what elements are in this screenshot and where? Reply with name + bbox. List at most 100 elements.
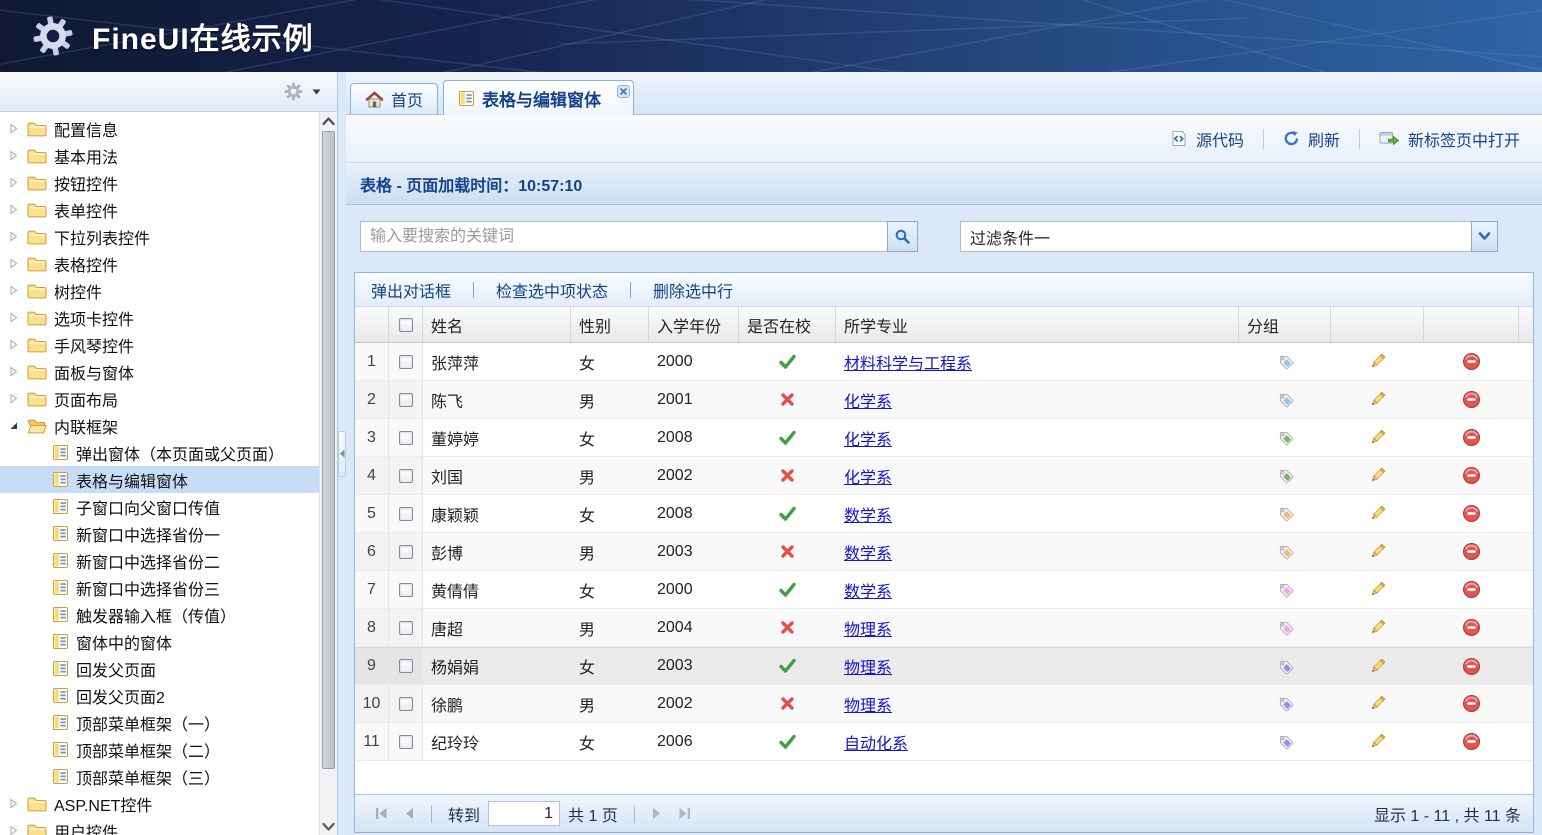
- tree-item[interactable]: 按钮控件: [0, 169, 319, 196]
- tree-item[interactable]: 子窗口向父窗口传值: [0, 493, 319, 520]
- major-link[interactable]: 数学系: [844, 502, 892, 526]
- tag-icon[interactable]: [1276, 352, 1295, 371]
- tree-item[interactable]: 新窗口中选择省份二: [0, 547, 319, 574]
- first-page-button[interactable]: [369, 802, 393, 826]
- tag-icon[interactable]: [1276, 390, 1295, 409]
- last-page-button[interactable]: [673, 802, 697, 826]
- column-header[interactable]: 分组: [1239, 307, 1331, 342]
- major-link[interactable]: 化学系: [844, 388, 892, 412]
- sidebar-splitter[interactable]: [338, 72, 346, 835]
- tree-item[interactable]: 弹出窗体（本页面或父页面）: [0, 439, 319, 466]
- open-new-tab-button[interactable]: 新标签页中打开: [1369, 122, 1530, 156]
- major-link[interactable]: 数学系: [844, 578, 892, 602]
- pencil-icon[interactable]: [1368, 390, 1387, 409]
- major-link[interactable]: 物理系: [844, 616, 892, 640]
- caret-down-icon[interactable]: [312, 89, 321, 95]
- grid-toolbar-button[interactable]: 弹出对话框: [359, 274, 463, 306]
- tree-item[interactable]: 回发父页面2: [0, 682, 319, 709]
- tag-icon[interactable]: [1276, 466, 1295, 485]
- delete-icon[interactable]: [1462, 657, 1481, 676]
- delete-icon[interactable]: [1462, 732, 1481, 751]
- pencil-icon[interactable]: [1368, 352, 1387, 371]
- row-checkbox[interactable]: [399, 697, 413, 711]
- major-link[interactable]: 物理系: [844, 654, 892, 678]
- tree-item[interactable]: 触发器输入框（传值）: [0, 601, 319, 628]
- row-checkbox[interactable]: [399, 659, 413, 673]
- major-link[interactable]: 物理系: [844, 692, 892, 716]
- tag-icon[interactable]: [1276, 732, 1295, 751]
- tree-item[interactable]: 内联框架: [0, 412, 319, 439]
- column-header[interactable]: 性别: [571, 307, 649, 342]
- tag-icon[interactable]: [1276, 580, 1295, 599]
- filter-dropdown-button[interactable]: [1471, 221, 1498, 252]
- tree-item[interactable]: 新窗口中选择省份三: [0, 574, 319, 601]
- column-header[interactable]: 所学专业: [836, 307, 1239, 342]
- delete-icon[interactable]: [1462, 694, 1481, 713]
- delete-icon[interactable]: [1462, 542, 1481, 561]
- tree-item[interactable]: 新窗口中选择省份一: [0, 520, 319, 547]
- tree-item[interactable]: 下拉列表控件: [0, 223, 319, 250]
- column-header[interactable]: 姓名: [423, 307, 571, 342]
- grid-toolbar-button[interactable]: 检查选中项状态: [484, 274, 620, 306]
- pencil-icon[interactable]: [1368, 732, 1387, 751]
- tag-icon[interactable]: [1276, 657, 1295, 676]
- grid-toolbar-button[interactable]: 删除选中行: [641, 274, 745, 306]
- pencil-icon[interactable]: [1368, 466, 1387, 485]
- scrollbar-thumb[interactable]: [322, 131, 335, 769]
- pencil-icon[interactable]: [1368, 694, 1387, 713]
- tag-icon[interactable]: [1276, 694, 1295, 713]
- pencil-icon[interactable]: [1368, 504, 1387, 523]
- row-checkbox[interactable]: [399, 545, 413, 559]
- tree-item[interactable]: 选项卡控件: [0, 304, 319, 331]
- delete-icon[interactable]: [1462, 618, 1481, 637]
- column-header[interactable]: 是否在校: [739, 307, 836, 342]
- delete-icon[interactable]: [1462, 504, 1481, 523]
- row-checkbox[interactable]: [399, 431, 413, 445]
- pencil-icon[interactable]: [1368, 657, 1387, 676]
- search-button[interactable]: [887, 221, 918, 252]
- row-checkbox[interactable]: [399, 469, 413, 483]
- tree-item[interactable]: 顶部菜单框架（一）: [0, 709, 319, 736]
- tree-item[interactable]: 页面布局: [0, 385, 319, 412]
- tree-item[interactable]: 手风琴控件: [0, 331, 319, 358]
- tree-item[interactable]: 窗体中的窗体: [0, 628, 319, 655]
- row-checkbox[interactable]: [399, 621, 413, 635]
- tree-item[interactable]: 树控件: [0, 277, 319, 304]
- scroll-up-icon[interactable]: [320, 112, 337, 129]
- tree-item[interactable]: 表格控件: [0, 250, 319, 277]
- tab-active[interactable]: 表格与编辑窗体: [443, 80, 634, 115]
- major-link[interactable]: 化学系: [844, 464, 892, 488]
- column-header[interactable]: 入学年份: [649, 307, 739, 342]
- row-checkbox[interactable]: [399, 507, 413, 521]
- tab-item[interactable]: 首页: [350, 83, 438, 114]
- delete-icon[interactable]: [1462, 390, 1481, 409]
- tag-icon[interactable]: [1276, 428, 1295, 447]
- prev-page-button[interactable]: [397, 802, 421, 826]
- collapse-left-icon[interactable]: [338, 431, 346, 477]
- tree-item[interactable]: 表格与编辑窗体: [0, 466, 319, 493]
- tree-item[interactable]: 表单控件: [0, 196, 319, 223]
- source-code-button[interactable]: 源代码: [1160, 122, 1254, 156]
- tree-item[interactable]: 顶部菜单框架（二）: [0, 736, 319, 763]
- major-link[interactable]: 自动化系: [844, 730, 908, 754]
- row-checkbox[interactable]: [399, 355, 413, 369]
- major-link[interactable]: 数学系: [844, 540, 892, 564]
- row-checkbox[interactable]: [399, 583, 413, 597]
- delete-icon[interactable]: [1462, 352, 1481, 371]
- pencil-icon[interactable]: [1368, 618, 1387, 637]
- pencil-icon[interactable]: [1368, 542, 1387, 561]
- delete-icon[interactable]: [1462, 428, 1481, 447]
- delete-icon[interactable]: [1462, 580, 1481, 599]
- tag-icon[interactable]: [1276, 504, 1295, 523]
- search-input[interactable]: [360, 221, 887, 252]
- refresh-button[interactable]: 刷新: [1273, 122, 1350, 156]
- tab-close-icon[interactable]: [617, 83, 630, 103]
- tree-item[interactable]: 顶部菜单框架（三）: [0, 763, 319, 790]
- row-checkbox[interactable]: [399, 735, 413, 749]
- pencil-icon[interactable]: [1368, 580, 1387, 599]
- major-link[interactable]: 材料科学与工程系: [844, 350, 972, 374]
- major-link[interactable]: 化学系: [844, 426, 892, 450]
- delete-icon[interactable]: [1462, 466, 1481, 485]
- tree-item[interactable]: 用户控件: [0, 817, 319, 835]
- tree-item[interactable]: 面板与窗体: [0, 358, 319, 385]
